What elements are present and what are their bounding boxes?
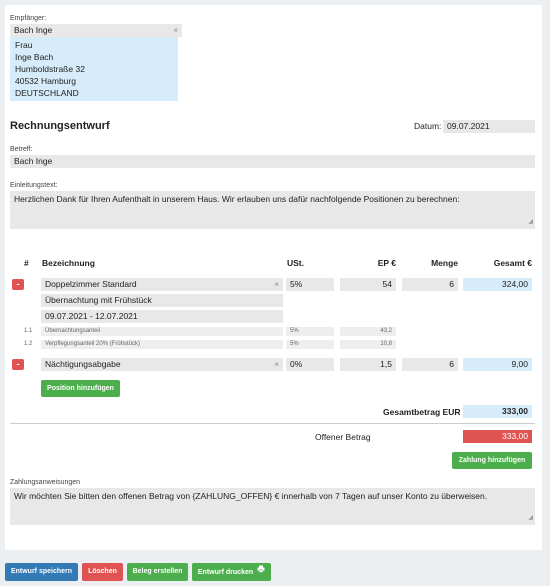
sub-position-vat: 5% <box>286 327 334 336</box>
sub-position-name: Verpflegungsanteil 20% (Frühstück) <box>41 340 283 349</box>
unit-price-input[interactable]: 1,5 <box>340 358 396 371</box>
page-title: Rechnungsentwurf <box>10 120 110 132</box>
position-detail-input[interactable]: Übernachtung mit Frühstück <box>41 294 283 307</box>
sub-position-index: 1.1 <box>24 328 33 334</box>
divider <box>10 423 535 424</box>
sub-position-vat: 5% <box>286 340 334 349</box>
clear-position-icon[interactable]: × <box>274 358 279 371</box>
intro-label: Einleitungstext: <box>10 182 58 189</box>
vat-input[interactable]: 0% <box>286 358 334 371</box>
delete-position-button[interactable]: - <box>12 279 24 290</box>
clear-position-icon[interactable]: × <box>274 278 279 291</box>
col-header-total: Gesamt € <box>493 258 532 268</box>
address-line: Frau <box>15 40 33 50</box>
sub-position-price: 10,8 <box>340 340 396 349</box>
delete-position-button[interactable]: - <box>12 359 24 370</box>
resize-handle-icon[interactable]: ◢ <box>528 513 533 524</box>
sub-position-name: Übernachtungsanteil <box>41 327 283 336</box>
unit-price-input[interactable]: 54 <box>340 278 396 291</box>
printer-icon <box>257 563 265 581</box>
print-draft-button[interactable]: Entwurf drucken <box>192 563 271 581</box>
col-header-num: # <box>24 258 29 268</box>
col-header-unit-price: EP € <box>377 258 396 268</box>
address-line: 40532 Hamburg <box>15 76 76 86</box>
intro-text: Herzlichen Dank für Ihren Aufenthalt in … <box>14 194 460 204</box>
total-label: Gesamtbetrag EUR <box>383 407 461 417</box>
save-draft-button[interactable]: Entwurf speichern <box>5 563 78 581</box>
recipient-address: Frau Inge Bach Humboldstraße 32 40532 Ha… <box>10 37 178 101</box>
address-line: DEUTSCHLAND <box>15 88 79 98</box>
position-name-select[interactable]: Doppelzimmer Standard × <box>41 278 283 291</box>
payment-instructions-label: Zahlungsanweisungen <box>10 479 81 486</box>
recipient-select[interactable]: Bach Inge × <box>10 24 182 37</box>
subject-input[interactable]: Bach Inge <box>10 155 535 168</box>
recipient-value: Bach Inge <box>14 25 53 35</box>
add-payment-button[interactable]: Zahlung hinzufügen <box>452 452 532 469</box>
delete-button[interactable]: Löschen <box>82 563 123 581</box>
position-name: Nächtigungsabgabe <box>45 359 121 369</box>
vat-input[interactable]: 5% <box>286 278 334 291</box>
address-line: Inge Bach <box>15 52 54 62</box>
intro-textarea[interactable]: Herzlichen Dank für Ihren Aufenthalt in … <box>10 191 535 229</box>
quantity-input[interactable]: 6 <box>402 278 458 291</box>
recipient-label: Empfänger: <box>10 15 47 22</box>
position-name-select[interactable]: Nächtigungsabgabe × <box>41 358 283 371</box>
payment-instructions-text: Wir möchten Sie bitten den offenen Betra… <box>14 491 488 501</box>
payment-instructions-textarea[interactable]: Wir möchten Sie bitten den offenen Betra… <box>10 488 535 525</box>
open-amount-label: Offener Betrag <box>315 432 371 442</box>
col-header-vat: USt. <box>287 258 304 268</box>
resize-handle-icon[interactable]: ◢ <box>528 217 533 228</box>
position-name: Doppelzimmer Standard <box>45 279 137 289</box>
open-amount-value: 333,00 <box>463 430 532 443</box>
col-header-qty: Menge <box>431 258 458 268</box>
subject-label: Betreff: <box>10 146 33 153</box>
total-value: 333,00 <box>463 405 532 418</box>
address-line: Humboldstraße 32 <box>15 64 85 74</box>
date-label: Datum: <box>414 121 442 131</box>
col-header-desc: Bezeichnung <box>42 258 95 268</box>
sub-position-index: 1.2 <box>24 341 33 347</box>
position-date-range-input[interactable]: 09.07.2021 - 12.07.2021 <box>41 310 283 323</box>
create-receipt-button[interactable]: Beleg erstellen <box>127 563 188 581</box>
clear-recipient-icon[interactable]: × <box>173 24 178 37</box>
add-position-button[interactable]: Position hinzufügen <box>41 380 120 397</box>
position-total: 324,00 <box>463 278 532 291</box>
date-input[interactable]: 09.07.2021 <box>443 120 535 133</box>
quantity-input[interactable]: 6 <box>402 358 458 371</box>
print-draft-label: Entwurf drucken <box>197 568 254 576</box>
sub-position-price: 43,2 <box>340 327 396 336</box>
position-total: 9,00 <box>463 358 532 371</box>
